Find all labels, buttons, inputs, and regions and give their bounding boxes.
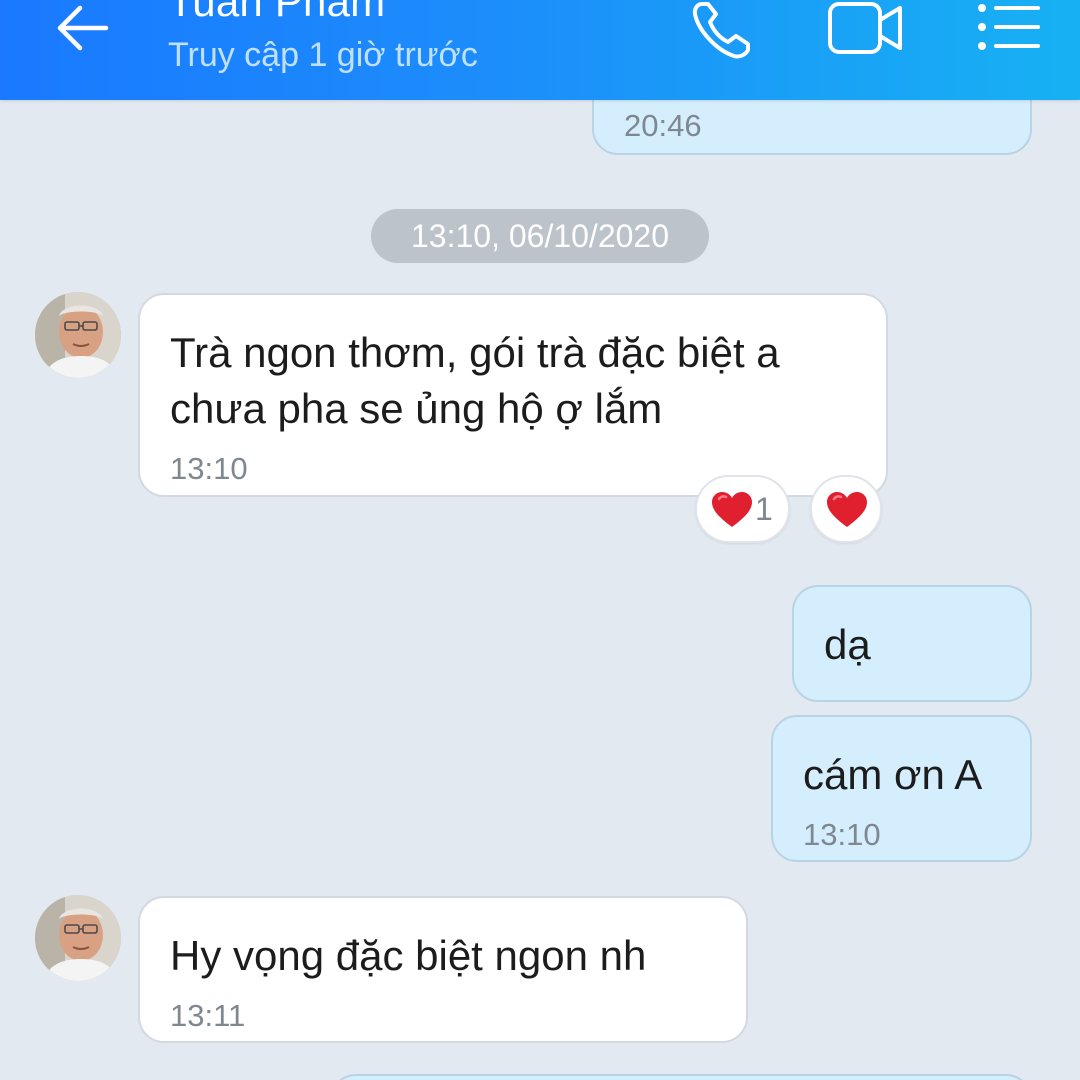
heart-icon: [827, 492, 867, 527]
message-time: 20:46: [624, 108, 702, 143]
message-text-line: Trà ngon thơm, gói trà đặc biệt a: [170, 329, 780, 376]
contact-avatar-image: [35, 895, 121, 981]
arrow-left-icon: [57, 5, 109, 51]
last-seen-status: Truy cập 1 giờ trước: [168, 36, 478, 74]
phone-icon: [692, 2, 750, 59]
avatar[interactable]: [35, 895, 121, 981]
react-button[interactable]: [810, 475, 882, 543]
contact-name[interactable]: Tuan Pham: [168, 0, 385, 26]
chat-header: Tuan Pham Truy cập 1 giờ trước: [0, 0, 1080, 100]
message-bubble-outgoing[interactable]: cám ơn A 13:10: [771, 715, 1032, 862]
message-text: cám ơn A: [803, 751, 983, 798]
menu-button[interactable]: [974, 0, 1042, 60]
avatar[interactable]: [35, 292, 121, 378]
message-bubble-incoming[interactable]: Hy vọng đặc biệt ngon nh 13:11: [138, 896, 748, 1043]
message-text-line: chưa pha se ủng hộ ợ lắm: [170, 385, 663, 432]
message-text: Hy vọng đặc biệt ngon nh: [170, 932, 647, 979]
list-menu-icon: [978, 4, 1040, 50]
message-time: 13:10: [170, 451, 248, 486]
reaction-summary[interactable]: 1: [695, 475, 790, 543]
message-time: 13:11: [170, 998, 246, 1033]
message-bubble-outgoing[interactable]: [330, 1074, 1032, 1080]
message-bubble-incoming[interactable]: Trà ngon thơm, gói trà đặc biệt a chưa p…: [138, 293, 888, 497]
contact-avatar-image: [35, 292, 121, 378]
message-text: dạ: [824, 621, 871, 668]
message-bubble-outgoing[interactable]: dạ: [792, 585, 1032, 702]
message-time: 13:10: [803, 817, 881, 852]
voice-call-button[interactable]: [690, 0, 754, 60]
heart-icon: [712, 492, 752, 527]
date-separator: 13:10, 06/10/2020: [371, 209, 709, 263]
video-camera-icon: [828, 2, 902, 54]
back-button[interactable]: [50, 0, 116, 58]
reaction-count: 1: [755, 491, 773, 527]
chat-screen: Tuan Pham Truy cập 1 giờ trước 20:46 13:…: [0, 0, 1080, 1080]
video-call-button[interactable]: [826, 0, 906, 60]
